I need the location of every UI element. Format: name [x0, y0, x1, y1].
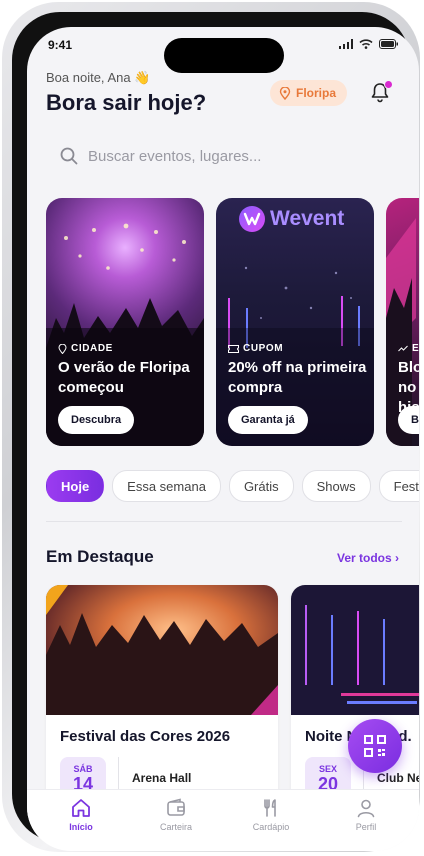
event-title: Festival das Cores 2026: [60, 728, 231, 745]
pin-icon: [58, 343, 67, 354]
tab-profile[interactable]: Perfil: [331, 798, 401, 832]
wallet-icon: [167, 798, 185, 816]
event-card[interactable]: Noite Neon Ed. SEX 20 Club Neon: [291, 585, 419, 815]
promo-card-coupon[interactable]: Wevent CUPOM 20% off na primeira compra …: [216, 198, 374, 446]
event-venue: Arena Hall: [132, 771, 192, 785]
cutlery-icon: [264, 799, 276, 817]
wevent-logo-icon: [239, 206, 265, 232]
search-bar[interactable]: Buscar eventos, lugares...: [46, 135, 402, 177]
promo-cta-button[interactable]: Ba: [398, 406, 419, 434]
tab-label: Cardápio: [252, 822, 290, 832]
event-weekday: SÁB: [73, 764, 93, 774]
map-pin-icon: [279, 86, 291, 100]
event-venue: Club Neon: [377, 771, 419, 785]
location-label: Floripa: [296, 86, 337, 100]
tab-label: Perfil: [355, 822, 377, 832]
tab-label: Início: [69, 822, 93, 832]
promo-tag: CUPOM: [228, 343, 283, 354]
ticket-icon: [228, 344, 239, 353]
event-card[interactable]: Festival das Cores 2026 SÁB 14 Arena Hal…: [46, 585, 278, 815]
tab-label: Carteira: [159, 822, 192, 832]
battery-icon: [379, 39, 398, 49]
brand-name: Wevent: [270, 207, 345, 230]
home-icon: [72, 799, 90, 817]
promo-tag: E: [398, 343, 419, 354]
notification-dot: [384, 80, 393, 89]
search-input[interactable]: Buscar eventos, lugares...: [88, 148, 261, 165]
status-time: 9:41: [48, 38, 73, 52]
chip-today[interactable]: Hoje: [46, 470, 105, 502]
signal-icon: [339, 39, 353, 49]
promo-tag-label: CIDADE: [71, 343, 113, 354]
tab-wallet[interactable]: Carteira: [141, 798, 211, 832]
tab-home[interactable]: Início: [46, 798, 116, 832]
promo-tag-label: E: [412, 343, 419, 354]
event-image: [291, 585, 419, 715]
promo-card-city[interactable]: CIDADE O verão de Floripa começou Descub…: [46, 198, 204, 446]
event-image: [46, 585, 278, 715]
promo-title: 20% off na primeira compra: [228, 359, 367, 396]
section-title: Em Destaque: [46, 547, 154, 566]
promo-tag-label: CUPOM: [243, 343, 284, 354]
promo-tag: CIDADE: [58, 343, 113, 354]
greeting: Boa noite, Ana 👋: [46, 70, 151, 85]
location-badge[interactable]: Floripa: [270, 80, 348, 106]
search-icon: [60, 147, 78, 165]
promo-card-partial[interactable]: E Blo no his Ba: [386, 198, 419, 446]
filter-chips: Hoje Essa semana Grátis Shows Festi: [46, 470, 419, 502]
see-all-link[interactable]: Ver todos ›: [337, 551, 399, 565]
wifi-icon: [359, 39, 373, 49]
phone-frame: 9:41 Boa noite, Ana 👋 Bora sair hoje? Fl…: [2, 2, 420, 852]
page-title: Bora sair hoje?: [46, 90, 207, 115]
promo-title: O verão de Floripa começou: [58, 359, 190, 396]
phone-bezel: 9:41 Boa noite, Ana 👋 Bora sair hoje? Fl…: [12, 12, 419, 851]
claim-button[interactable]: Garanta já: [228, 406, 308, 434]
chip-shows[interactable]: Shows: [301, 470, 371, 502]
user-icon: [357, 799, 375, 818]
chip-this-week[interactable]: Essa semana: [112, 470, 221, 502]
app-screen: 9:41 Boa noite, Ana 👋 Bora sair hoje? Fl…: [27, 27, 419, 851]
brand-logo: Wevent: [238, 205, 344, 233]
trending-icon: [398, 345, 408, 352]
tab-menu[interactable]: Cardápio: [236, 798, 306, 832]
bottom-tab-bar: Início Carteira Cardápio Perfil: [27, 789, 419, 851]
status-icons: [339, 39, 399, 49]
promo-carousel[interactable]: CIDADE O verão de Floripa começou Descub…: [46, 198, 419, 446]
chip-festivals[interactable]: Festi: [378, 470, 419, 502]
event-weekday: SEX: [318, 764, 337, 774]
dynamic-island: [164, 38, 284, 73]
notifications-button[interactable]: [370, 80, 393, 104]
section-divider: [46, 521, 402, 522]
discover-button[interactable]: Descubra: [58, 406, 135, 434]
qr-scan-button[interactable]: [348, 719, 402, 773]
chip-free[interactable]: Grátis: [228, 470, 294, 502]
qr-code-icon: [364, 735, 386, 757]
